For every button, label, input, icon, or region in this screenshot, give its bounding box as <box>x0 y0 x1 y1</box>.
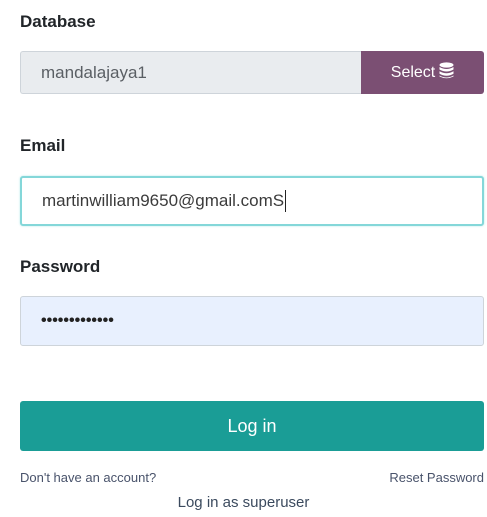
database-label: Database <box>20 12 96 31</box>
signup-link[interactable]: Don't have an account? <box>20 470 156 485</box>
reset-password-link[interactable]: Reset Password <box>389 470 484 485</box>
text-caret <box>285 190 287 212</box>
superuser-login-link[interactable]: Log in as superuser <box>0 494 487 511</box>
select-button-label: Select <box>390 63 436 81</box>
email-label: Email <box>20 136 66 155</box>
password-field[interactable]: ••••••••••••• <box>20 296 484 346</box>
email-field[interactable]: martinwilliam9650@gmail.comS <box>20 176 484 226</box>
database-field: mandalajaya1 <box>20 51 361 94</box>
login-form: Database mandalajaya1 Select Email marti… <box>0 0 487 517</box>
select-database-button[interactable]: Select <box>361 51 484 94</box>
database-icon <box>439 61 454 84</box>
password-label: Password <box>20 257 101 276</box>
email-value: martinwilliam9650@gmail.comS <box>42 191 285 210</box>
login-button[interactable]: Log in <box>20 401 484 451</box>
password-value: ••••••••••••• <box>41 312 114 329</box>
database-input-group: mandalajaya1 Select <box>20 51 484 94</box>
